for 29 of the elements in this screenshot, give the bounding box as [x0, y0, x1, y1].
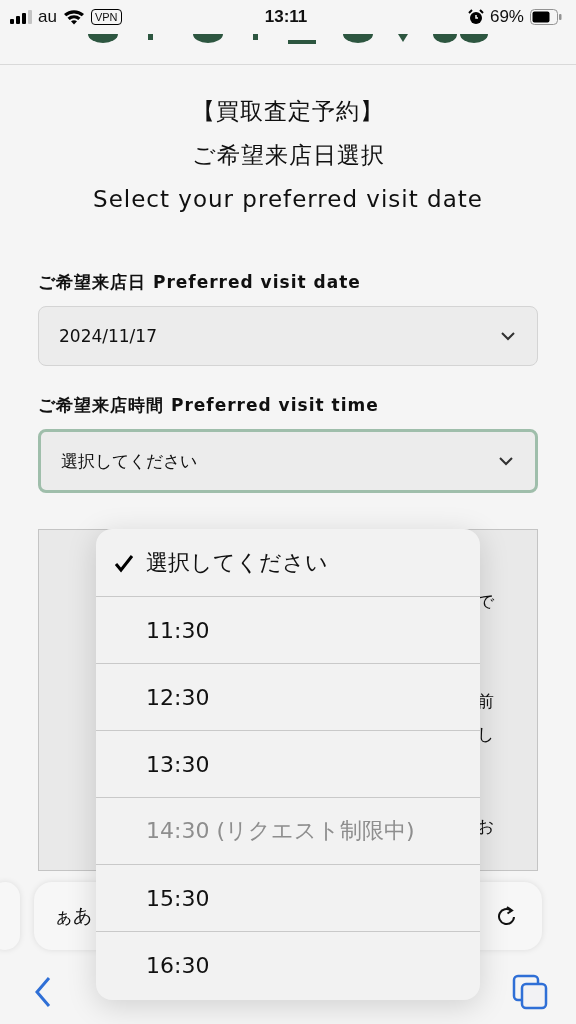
battery-icon: [530, 9, 562, 25]
dropdown-option[interactable]: 15:30: [96, 864, 480, 931]
field-label: ご希望来店時間 Preferred visit time: [38, 394, 380, 417]
dropdown-option[interactable]: 11:30: [96, 596, 480, 663]
battery-percent: 69%: [489, 7, 524, 27]
chevron-down-icon: [497, 455, 515, 467]
dropdown-option[interactable]: 13:30: [96, 730, 480, 797]
back-icon[interactable]: [34, 976, 52, 1008]
status-time: 13:11: [264, 7, 308, 27]
dropdown-option[interactable]: 12:30: [96, 663, 480, 730]
carrier-name: au: [38, 7, 57, 27]
tabs-icon[interactable]: [512, 974, 548, 1010]
page-title: Select your preferred visit date: [92, 185, 484, 214]
notice-text: し: [477, 723, 494, 746]
page-title: ご希望来店日選択: [190, 141, 386, 170]
text-size-button[interactable]: ぁあ: [54, 903, 92, 929]
signal-icon: [10, 10, 32, 24]
vpn-badge: VPN: [90, 9, 122, 25]
date-select[interactable]: 2024/11/17: [38, 306, 538, 366]
dropdown-option: 14:30 (リクエスト制限中): [96, 797, 480, 864]
dropdown-option[interactable]: 選択してください: [96, 529, 480, 596]
time-select[interactable]: 選択してください: [38, 429, 538, 493]
checkmark-icon: [114, 552, 134, 573]
field-label: ご希望来店日 Preferred visit date: [38, 271, 362, 294]
wifi-icon: [62, 9, 85, 25]
page-title: 【買取査定予約】: [191, 97, 385, 126]
alarm-clock-icon: [467, 9, 484, 25]
chevron-down-icon: [499, 330, 517, 342]
dropdown-option[interactable]: 16:30: [96, 931, 480, 998]
